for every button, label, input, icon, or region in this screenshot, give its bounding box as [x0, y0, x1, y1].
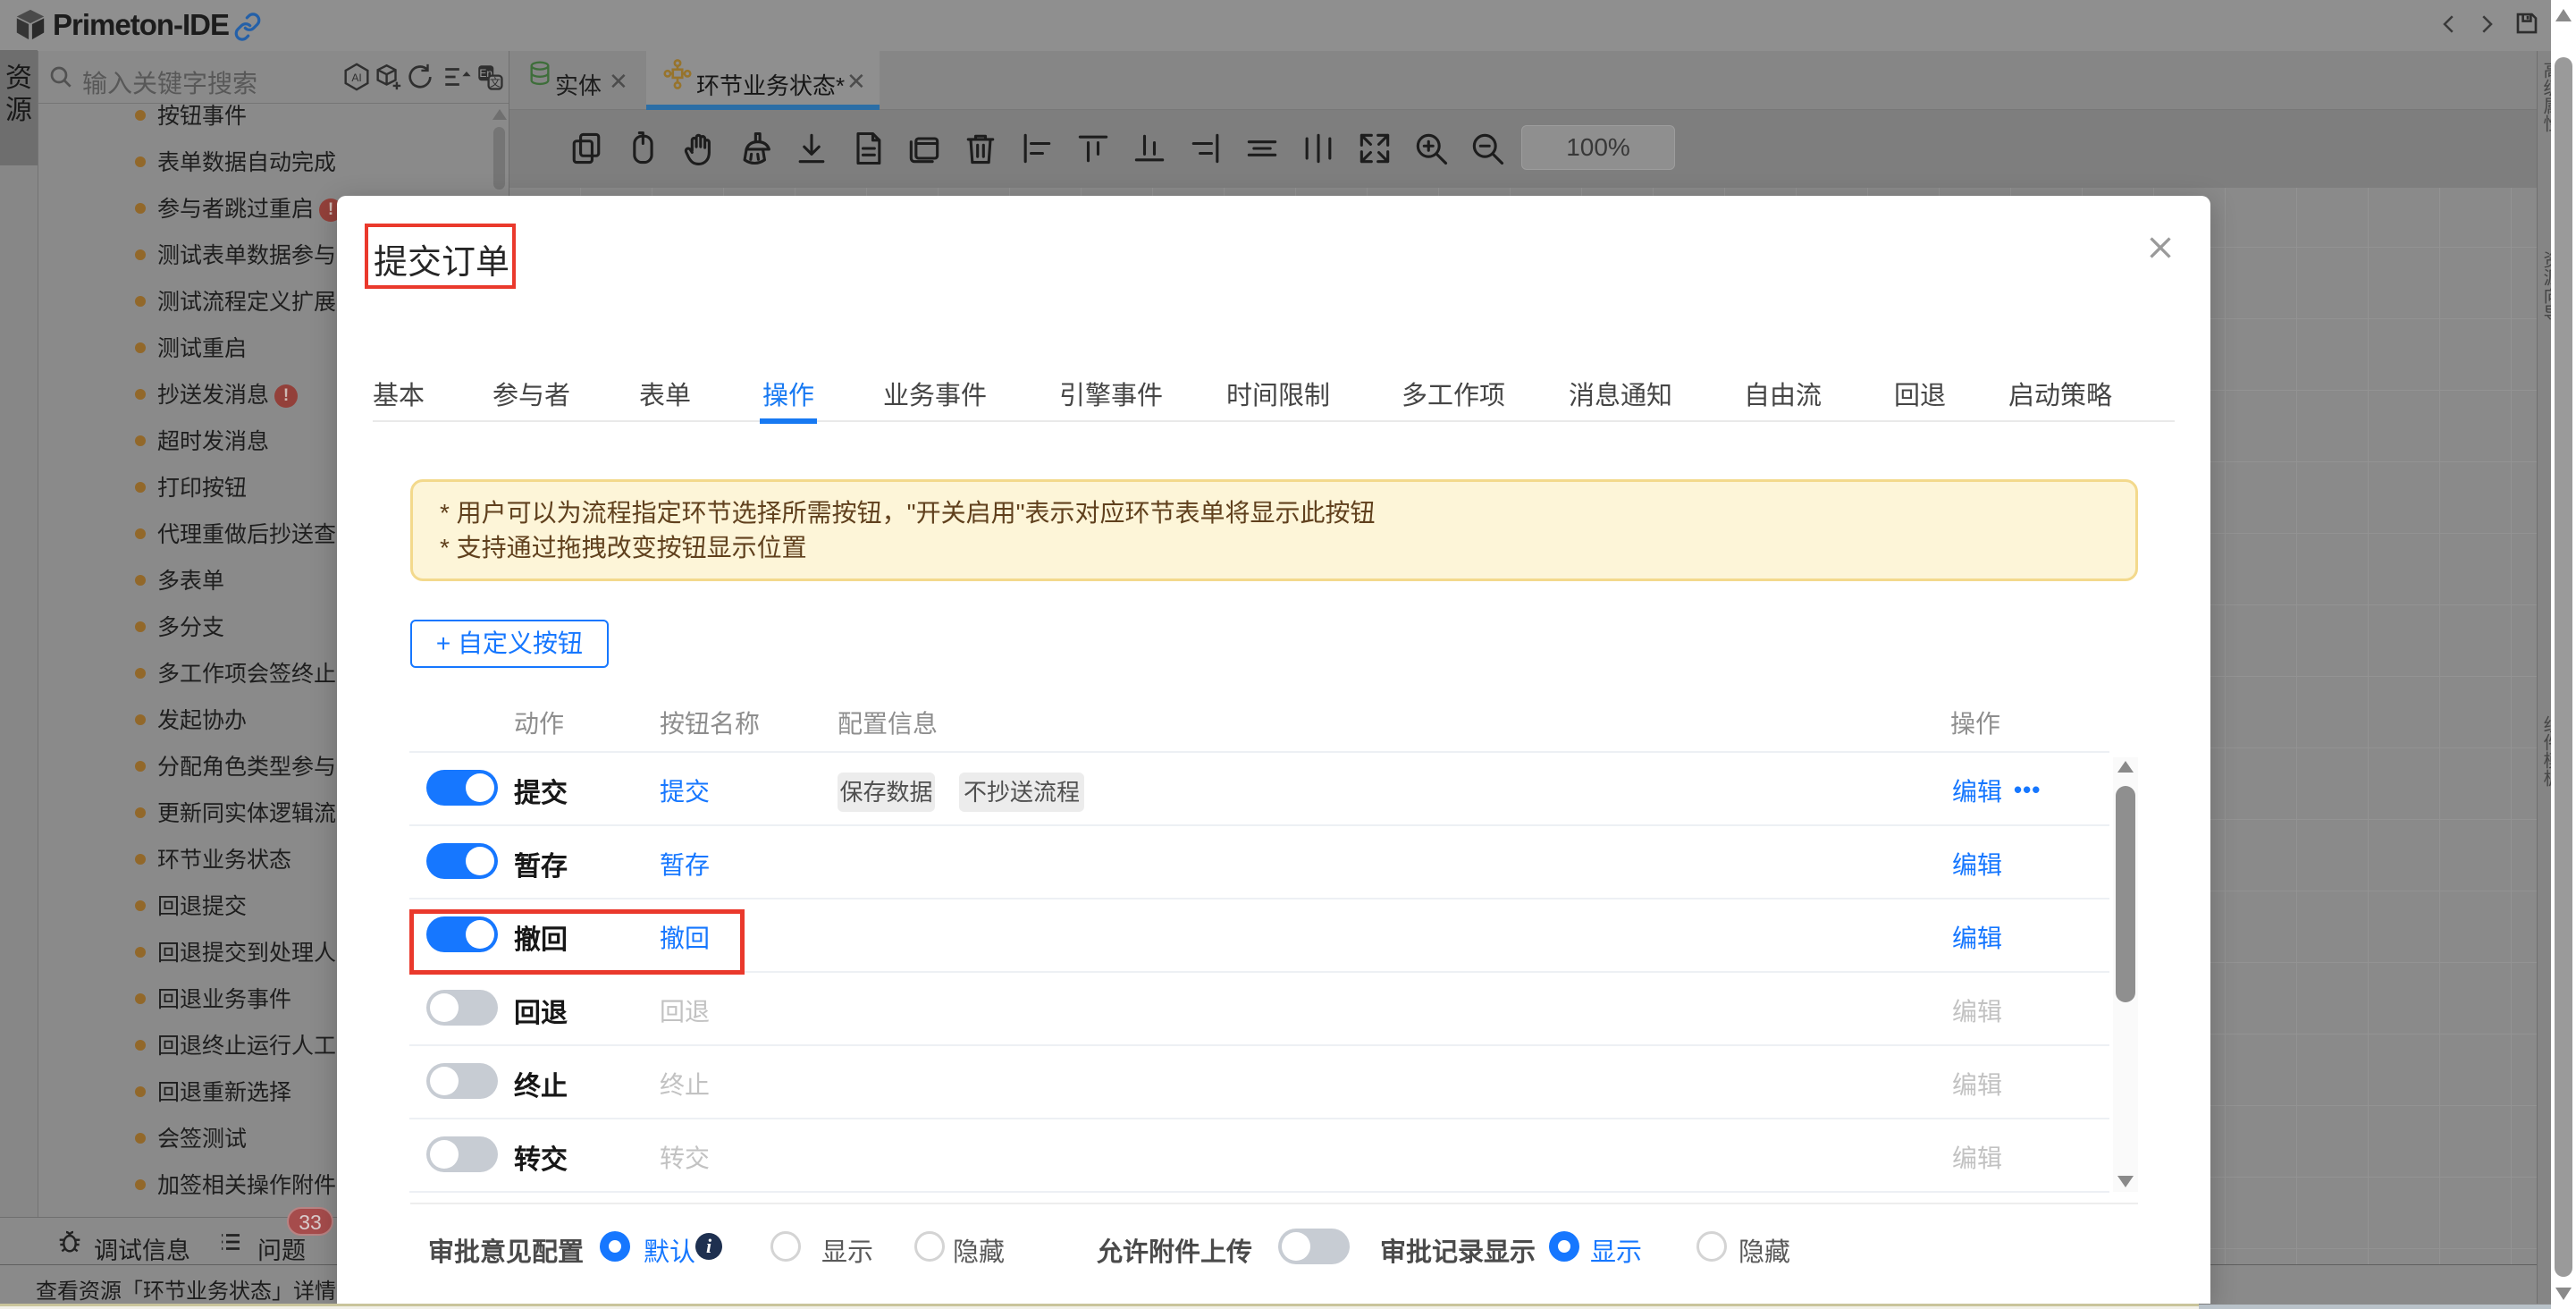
- svg-text:文: 文: [490, 76, 501, 89]
- svg-text:AI: AI: [351, 72, 361, 84]
